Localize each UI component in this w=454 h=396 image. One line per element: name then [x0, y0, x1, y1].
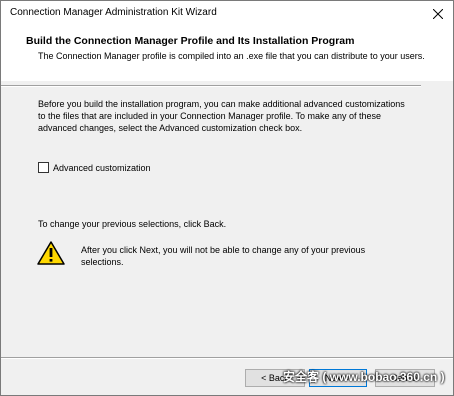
- advanced-customization-checkbox[interactable]: [38, 162, 49, 173]
- page-description: The Connection Manager profile is compil…: [38, 51, 425, 61]
- back-button[interactable]: < Back: [245, 369, 305, 387]
- close-icon: [433, 9, 443, 19]
- wizard-window: Connection Manager Administration Kit Wi…: [0, 0, 454, 396]
- warning-text: After you click Next, you will not be ab…: [81, 245, 366, 267]
- advanced-customization-label[interactable]: Advanced customization: [53, 163, 151, 173]
- close-button[interactable]: [423, 1, 453, 27]
- intro-text: Before you build the installation progra…: [38, 99, 405, 133]
- warning-icon: [37, 241, 65, 265]
- cancel-button[interactable]: Cancel: [375, 369, 435, 387]
- footer-divider: [1, 357, 453, 359]
- title-bar[interactable]: Connection Manager Administration Kit Wi…: [1, 1, 453, 27]
- next-button[interactable]: Next >: [309, 369, 367, 387]
- advanced-customization-option[interactable]: Advanced customization: [38, 162, 151, 173]
- window-title: Connection Manager Administration Kit Wi…: [10, 7, 217, 18]
- page-title: Build the Connection Manager Profile and…: [26, 35, 355, 47]
- header-panel: Build the Connection Manager Profile and…: [1, 27, 453, 81]
- back-info-text: To change your previous selections, clic…: [38, 219, 227, 229]
- header-divider: [1, 85, 421, 87]
